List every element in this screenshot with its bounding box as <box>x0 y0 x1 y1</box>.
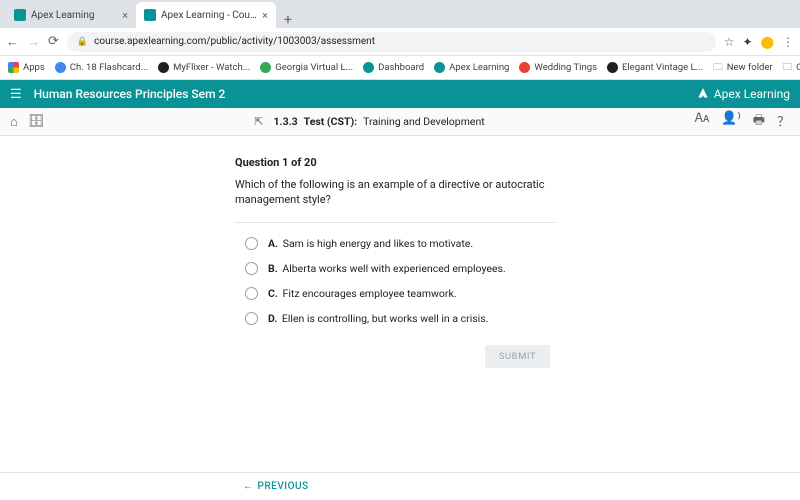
answer-option[interactable]: C. Fitz encourages employee teamwork. <box>245 287 555 300</box>
bookmark-favicon <box>158 62 169 73</box>
breadcrumb-code: 1.3.3 <box>274 115 298 128</box>
menu-icon[interactable]: ⋮ <box>782 35 794 49</box>
apps-icon <box>8 62 19 73</box>
bookmark-label: Wedding Tings <box>534 62 597 73</box>
bulb-icon[interactable]: ⬤ <box>761 35 774 49</box>
bookmark-item[interactable]: Wedding Tings <box>519 62 597 73</box>
folder-icon: 🗀 <box>713 60 723 76</box>
bookmark-item[interactable]: 🗀Clothing style <box>783 60 800 76</box>
arrow-left-icon: ← <box>243 481 254 492</box>
bookmark-label: Apex Learning <box>449 62 509 73</box>
bookmark-label: Georgia Virtual L... <box>275 62 353 73</box>
bookmark-item[interactable]: 🗀 New folder <box>713 60 772 76</box>
brand-text: Apex Learning <box>714 87 790 101</box>
app-header: ☰ Human Resources Principles Sem 2 Apex … <box>0 80 800 108</box>
up-arrow-icon[interactable]: ⇱ <box>254 115 263 128</box>
answer-option[interactable]: D. Ellen is controlling, but works well … <box>245 312 555 325</box>
home-icon[interactable]: ⌂ <box>10 114 18 130</box>
help-icon[interactable]: ？ <box>777 111 790 133</box>
bookmark-label: Elegant Vintage L... <box>622 62 703 73</box>
browser-tab-strip: Apex Learning × Apex Learning - Courses … <box>0 0 800 28</box>
question-container: Question 1 of 20 Which of the following … <box>235 156 555 368</box>
breadcrumb-title: Training and Development <box>363 115 485 128</box>
favicon-icon <box>144 9 156 21</box>
briefcase-icon[interactable]: 🗄 <box>28 114 45 130</box>
bookmark-item[interactable]: Dashboard <box>363 62 424 73</box>
bookmark-item[interactable]: Apps <box>8 62 45 73</box>
forward-button[interactable]: → <box>27 34 40 50</box>
bookmark-label: Dashboard <box>378 62 424 73</box>
divider <box>235 222 555 223</box>
bookmark-label: Clothing style <box>796 62 800 73</box>
bookmark-item[interactable]: Ch. 18 Flashcard... <box>55 62 148 73</box>
print-icon[interactable]: 🖶 <box>753 111 765 133</box>
breadcrumb: ⇱ 1.3.3 Test (CST): Training and Develop… <box>44 115 694 128</box>
bookmark-label: New folder <box>727 62 773 73</box>
extension-icons: ☆ ✦ ⬤ ⋮ <box>724 35 794 49</box>
bookmark-item[interactable]: Apex Learning <box>434 62 509 73</box>
bookmarks-bar: Apps Ch. 18 Flashcard... MyFlixer - Watch.… <box>0 56 800 80</box>
content-area: Question 1 of 20 Which of the following … <box>0 136 800 472</box>
option-text: B. Alberta works well with experienced e… <box>268 262 506 275</box>
tab-title: Apex Learning <box>31 10 117 21</box>
option-text: C. Fitz encourages employee teamwork. <box>268 287 457 300</box>
audio-icon[interactable]: 👤⁾ <box>721 111 740 133</box>
close-icon[interactable]: × <box>122 9 128 22</box>
address-bar: ← → ⟳ 🔒 course.apexlearning.com/public/a… <box>0 28 800 56</box>
radio-button[interactable] <box>245 312 258 325</box>
bookmark-favicon <box>363 62 374 73</box>
radio-button[interactable] <box>245 237 258 250</box>
extensions-icon[interactable]: ✦ <box>743 35 753 49</box>
answer-option[interactable]: B. Alberta works well with experienced e… <box>245 262 555 275</box>
star-icon[interactable]: ☆ <box>724 35 735 49</box>
browser-tab-active[interactable]: Apex Learning - Courses × <box>136 2 276 28</box>
option-text: A. Sam is high energy and likes to motiv… <box>268 237 473 250</box>
radio-button[interactable] <box>245 287 258 300</box>
bookmark-label: MyFlixer - Watch... <box>173 62 250 73</box>
bookmark-item[interactable]: Elegant Vintage L... <box>607 62 703 73</box>
tab-title: Apex Learning - Courses <box>161 10 257 21</box>
previous-button[interactable]: ← PREVIOUS <box>243 481 309 492</box>
course-title: Human Resources Principles Sem 2 <box>34 87 696 101</box>
favicon-icon <box>14 9 26 21</box>
option-text: D. Ellen is controlling, but works well … <box>268 312 488 325</box>
lock-icon: 🔒 <box>77 37 88 47</box>
brand-logo: Apex Learning <box>696 87 790 101</box>
sub-header: ⌂ 🗄 ⇱ 1.3.3 Test (CST): Training and Dev… <box>0 108 800 136</box>
bookmark-favicon <box>434 62 445 73</box>
footer-nav: ← PREVIOUS <box>0 472 800 500</box>
previous-label: PREVIOUS <box>258 481 309 492</box>
bookmark-favicon <box>519 62 530 73</box>
bookmark-label: Ch. 18 Flashcard... <box>70 62 148 73</box>
apex-logo-icon <box>696 87 710 101</box>
radio-button[interactable] <box>245 262 258 275</box>
question-number: Question 1 of 20 <box>235 156 555 169</box>
reload-button[interactable]: ⟳ <box>48 34 59 49</box>
bookmark-label: Apps <box>23 62 45 73</box>
close-icon[interactable]: × <box>262 9 268 22</box>
options-list: A. Sam is high energy and likes to motiv… <box>235 237 555 325</box>
bookmark-favicon <box>55 62 66 73</box>
translate-icon[interactable]: 🗛 <box>695 111 710 133</box>
hamburger-icon[interactable]: ☰ <box>10 87 22 102</box>
browser-tab[interactable]: Apex Learning × <box>6 2 136 28</box>
submit-button[interactable]: SUBMIT <box>485 345 550 368</box>
bookmark-favicon <box>260 62 271 73</box>
bookmark-item[interactable]: Georgia Virtual L... <box>260 62 353 73</box>
back-button[interactable]: ← <box>6 34 19 50</box>
bookmark-favicon <box>607 62 618 73</box>
question-text: Which of the following is an example of … <box>235 177 555 208</box>
new-tab-button[interactable]: + <box>276 12 300 28</box>
url-text: course.apexlearning.com/public/activity/… <box>94 36 375 47</box>
bookmark-item[interactable]: MyFlixer - Watch... <box>158 62 250 73</box>
url-input[interactable]: 🔒 course.apexlearning.com/public/activit… <box>67 32 716 52</box>
breadcrumb-type: Test (CST): <box>304 115 357 128</box>
folder-icon: 🗀 <box>783 60 793 76</box>
answer-option[interactable]: A. Sam is high energy and likes to motiv… <box>245 237 555 250</box>
